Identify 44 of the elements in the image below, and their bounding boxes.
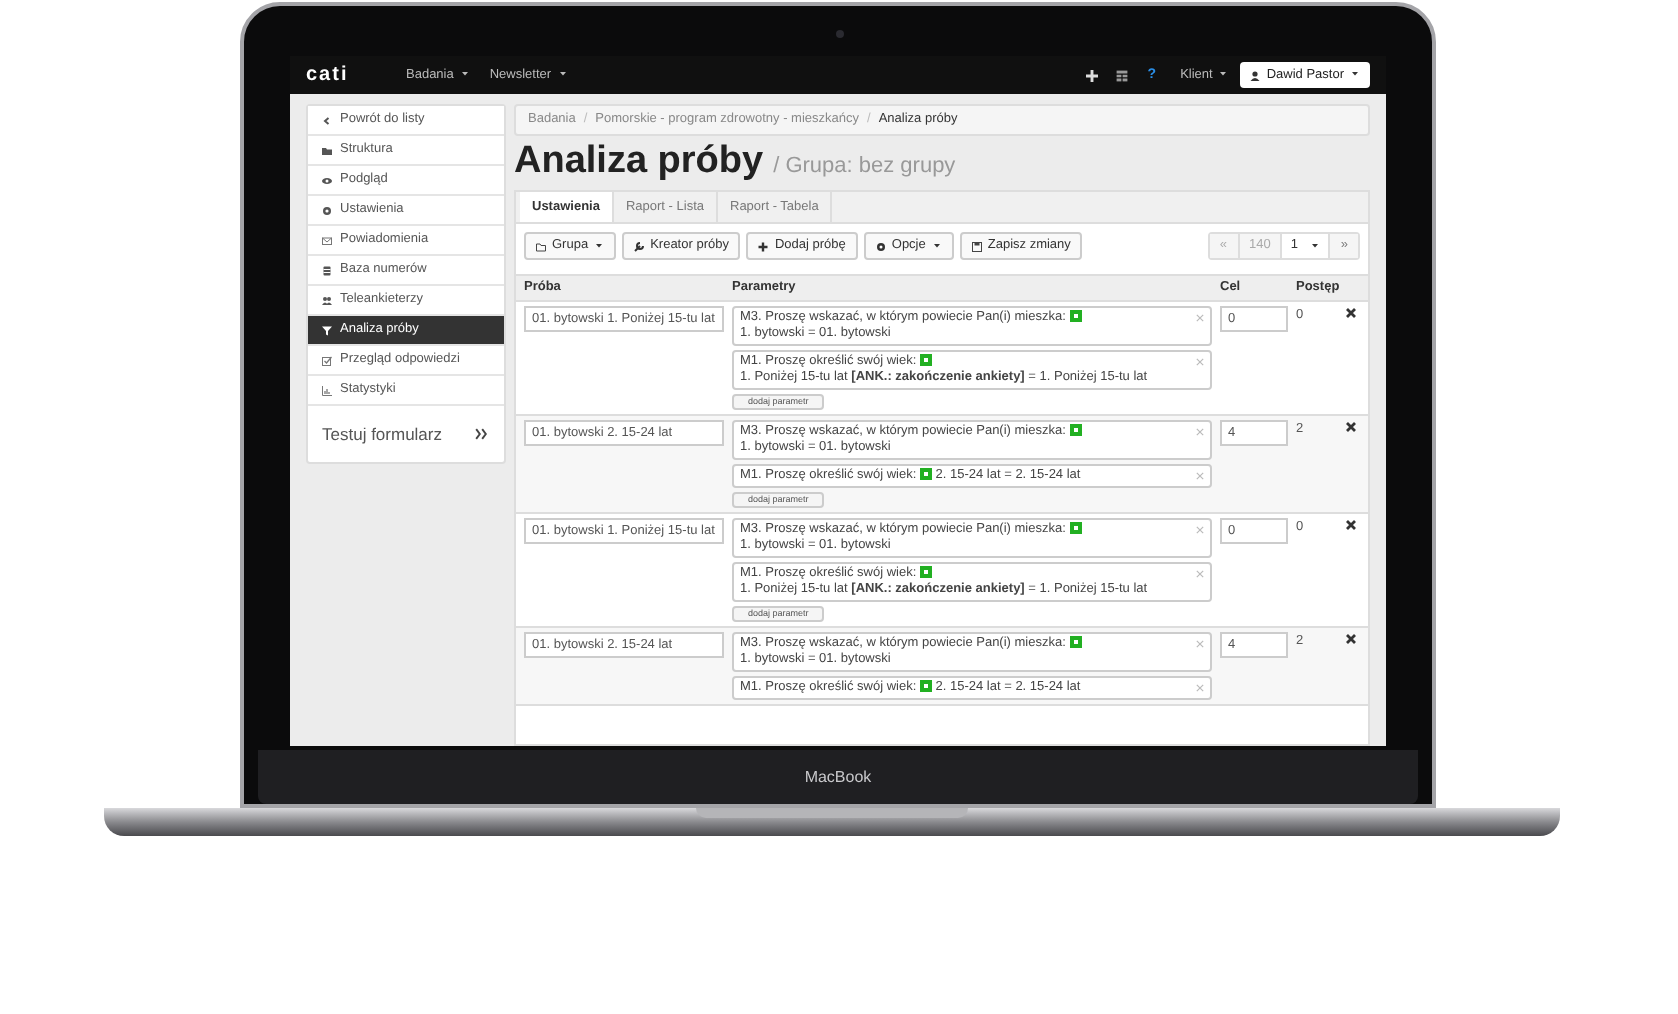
users-icon bbox=[322, 295, 332, 305]
close-icon bbox=[1196, 684, 1204, 692]
logo: cati bbox=[306, 65, 351, 85]
caret-icon bbox=[1218, 72, 1229, 78]
device-label: MacBook bbox=[804, 765, 872, 789]
close-icon bbox=[1196, 472, 1204, 480]
folder-icon bbox=[536, 241, 546, 251]
page-subtitle: / Grupa: bez grupy bbox=[773, 152, 956, 182]
user-icon bbox=[1250, 69, 1261, 81]
bar-chart-icon bbox=[322, 385, 332, 395]
caret-icon bbox=[459, 72, 470, 78]
caret-icon bbox=[1310, 243, 1321, 249]
delete-icon[interactable] bbox=[1346, 308, 1356, 318]
close-icon bbox=[1196, 526, 1204, 534]
delete-icon[interactable] bbox=[1346, 422, 1356, 432]
caret-icon bbox=[931, 243, 942, 249]
close-icon bbox=[1196, 428, 1204, 436]
delete-icon[interactable] bbox=[1346, 520, 1356, 530]
table-icon bbox=[1115, 69, 1128, 81]
folder-icon bbox=[322, 145, 332, 155]
eye-icon bbox=[322, 175, 332, 185]
double-chevron-icon bbox=[472, 428, 490, 440]
chevron-left-icon bbox=[322, 115, 332, 125]
close-icon bbox=[1196, 640, 1204, 648]
caret-icon bbox=[557, 72, 568, 78]
caret-icon bbox=[1350, 72, 1360, 78]
close-icon bbox=[1196, 358, 1204, 366]
gear-icon bbox=[322, 205, 332, 215]
test-form-link[interactable]: Testuj formularz bbox=[308, 406, 504, 462]
camera bbox=[836, 30, 844, 38]
wrench-icon bbox=[634, 241, 645, 251]
envelope-icon bbox=[322, 235, 332, 245]
filter-icon bbox=[322, 325, 332, 335]
page-title: Analiza próby bbox=[514, 138, 764, 186]
caret-icon bbox=[594, 243, 605, 249]
floppy-icon bbox=[971, 241, 982, 251]
delete-icon[interactable] bbox=[1346, 634, 1356, 644]
plus-icon bbox=[1085, 69, 1098, 81]
checkbox-icon bbox=[322, 355, 332, 365]
close-icon bbox=[1196, 314, 1204, 322]
plus-icon bbox=[758, 241, 769, 251]
database-icon bbox=[322, 265, 332, 275]
close-icon bbox=[1196, 570, 1204, 578]
gear-icon bbox=[875, 241, 886, 251]
